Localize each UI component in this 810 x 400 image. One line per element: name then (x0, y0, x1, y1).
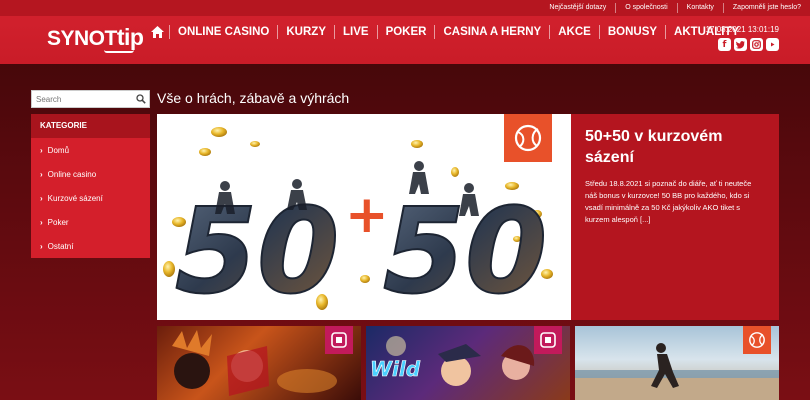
chevron-right-icon: › (40, 145, 43, 155)
top-bar: Nejčastější dotazy O společnosti Kontakt… (0, 0, 810, 16)
category-item-label: Poker (47, 217, 69, 227)
category-item-label: Kurzové sázení (47, 193, 103, 203)
search-box (31, 90, 150, 108)
toplink-faq[interactable]: Nejčastější dotazy (540, 3, 615, 13)
nav-online-casino[interactable]: ONLINE CASINO (169, 25, 277, 39)
thumbnail-wild-label: Wild (370, 357, 421, 381)
nav-casina-a-herny[interactable]: CASINA A HERNY (434, 25, 549, 39)
logo-part1: SYNOT (47, 27, 117, 50)
logo-swoosh (104, 50, 134, 53)
nav-poker[interactable]: POKER (376, 25, 435, 39)
slot-icon (325, 326, 353, 354)
hero-number-left: 50 (175, 182, 339, 320)
toplink-about[interactable]: O společnosti (615, 3, 676, 13)
category-item-label: Ostatní (47, 241, 74, 251)
category-item-domu[interactable]: › Domů (31, 138, 150, 162)
logo-part2: tip (116, 24, 144, 50)
category-item-label: Domů (47, 145, 70, 155)
search-icon[interactable] (133, 91, 149, 107)
category-item-kurzove-sazeni[interactable]: › Kurzové sázení (31, 186, 150, 210)
article-thumbnail-3[interactable] (575, 326, 779, 400)
category-item-online-casino[interactable]: › Online casino (31, 162, 150, 186)
tennis-ball-icon (504, 114, 552, 162)
site-header: Nejčastější dotazy O společnosti Kontakt… (0, 0, 810, 64)
nav-kurzy[interactable]: KURZY (277, 25, 334, 39)
nav-bonusy[interactable]: BONUSY (598, 25, 665, 39)
hero-description: Středu 18.8.2021 si poznač do diáře, ať … (585, 179, 752, 224)
slot-icon (534, 326, 562, 354)
twitter-icon[interactable] (734, 38, 747, 51)
youtube-icon[interactable] (766, 38, 779, 51)
chevron-right-icon: › (40, 217, 43, 227)
category-menu: KATEGORIE › Domů › Online casino › Kurzo… (31, 114, 150, 258)
top-links: Nejčastější dotazy O společnosti Kontakt… (540, 0, 810, 16)
article-thumbnail-2[interactable]: Wild (366, 326, 570, 400)
site-logo[interactable]: SYNOTtip (47, 24, 144, 54)
instagram-icon[interactable] (750, 38, 763, 51)
datetime: 17.08.2021 13:01:19 (705, 25, 779, 34)
nav-akce[interactable]: AKCE (549, 25, 599, 39)
main-nav: ONLINE CASINO KURZY LIVE POKER CASINA A … (145, 22, 747, 42)
chevron-right-icon: › (40, 169, 43, 179)
category-item-label: Online casino (47, 169, 97, 179)
hero-article-panel[interactable]: 50+50 v kurzovém sázení Středu 18.8.2021… (571, 114, 779, 320)
facebook-icon[interactable]: f (718, 38, 731, 51)
hero-title[interactable]: 50+50 v kurzovém sázení (585, 126, 765, 168)
chevron-right-icon: › (40, 193, 43, 203)
category-item-poker[interactable]: › Poker (31, 210, 150, 234)
home-icon[interactable] (145, 22, 169, 42)
category-heading: KATEGORIE (31, 114, 150, 138)
tennis-ball-icon (743, 326, 771, 354)
chevron-right-icon: › (40, 241, 43, 251)
article-thumbnail-1[interactable] (157, 326, 361, 400)
toplink-contacts[interactable]: Kontakty (676, 3, 723, 13)
search-input[interactable] (32, 91, 133, 107)
nav-live[interactable]: LIVE (334, 25, 377, 39)
page-title: Vše o hrách, zábavě a výhrách (157, 90, 350, 106)
social-links: f (718, 38, 779, 51)
toplink-forgot-password[interactable]: Zapomněli jste heslo? (722, 3, 810, 13)
category-item-ostatni[interactable]: › Ostatní (31, 234, 150, 258)
